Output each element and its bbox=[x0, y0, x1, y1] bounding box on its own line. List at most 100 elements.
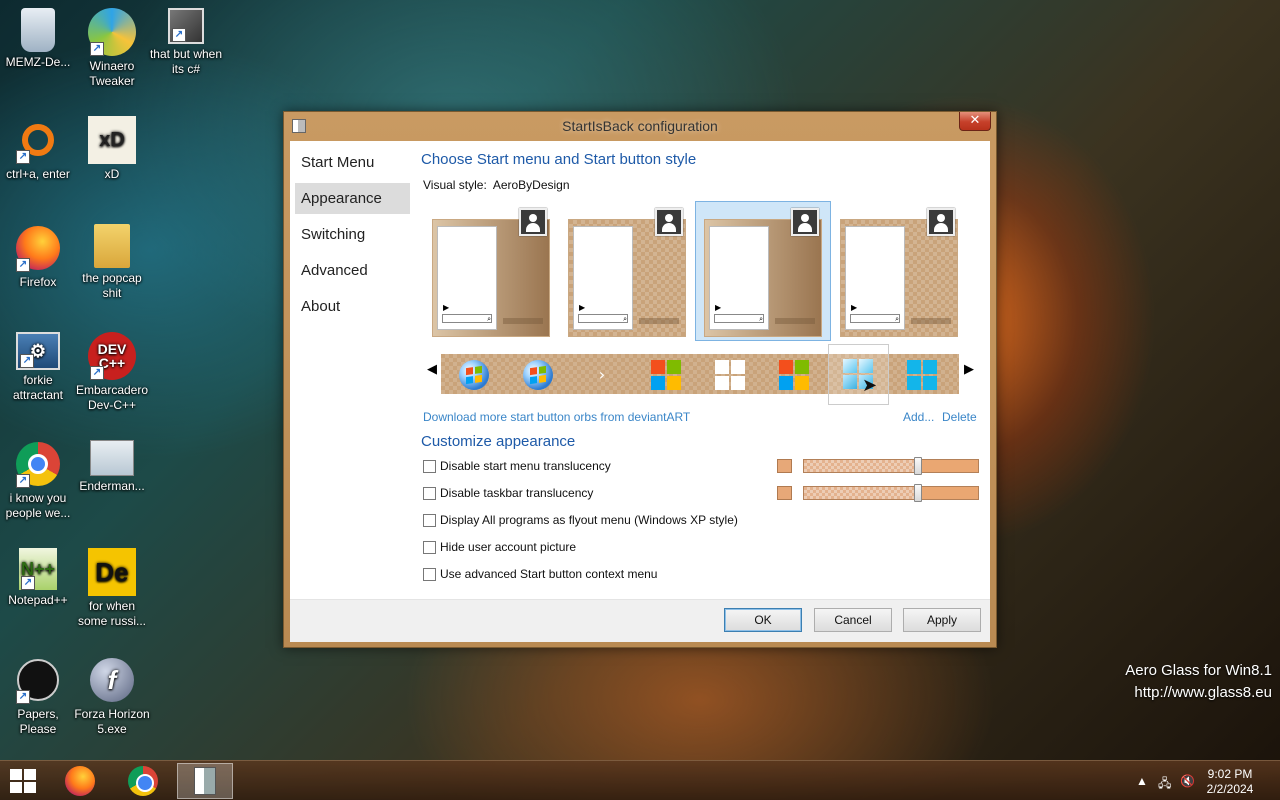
desktop-icon-label: ctrl+a, enter bbox=[6, 167, 70, 181]
checkbox[interactable] bbox=[423, 459, 436, 473]
taskbar-firefox[interactable] bbox=[52, 763, 108, 799]
style-thumbnail-3-selected[interactable]: ▶ ⌕ bbox=[695, 201, 831, 341]
clock-time: 9:02 PM bbox=[1207, 767, 1253, 781]
orb-color-flag-icon[interactable] bbox=[651, 360, 681, 390]
desktop-icon-forza[interactable]: f Forza Horizon 5.exe bbox=[74, 656, 150, 737]
taskbar-color-swatch[interactable] bbox=[777, 486, 792, 500]
option-disable-start-translucency[interactable]: Disable start menu translucency bbox=[423, 458, 611, 474]
de-icon: De bbox=[88, 548, 136, 596]
folder-icon bbox=[94, 224, 130, 268]
watermark-line-2: http://www.glass8.eu bbox=[1134, 684, 1272, 701]
desktop-icon-devcpp[interactable]: DEV C++ ↗ Embarcadero Dev-C++ bbox=[74, 332, 150, 413]
slider-handle[interactable] bbox=[914, 457, 922, 475]
shortcut-arrow-icon: ↗ bbox=[90, 42, 104, 56]
desktop-icon-label: Embarcadero Dev-C++ bbox=[75, 383, 149, 412]
nav-item-appearance[interactable]: Appearance bbox=[295, 183, 410, 214]
desktop-icon-popcap[interactable]: the popcap shit bbox=[74, 224, 150, 301]
orb-xp-icon[interactable] bbox=[459, 360, 489, 390]
visual-style-row: Visual style: AeroByDesign bbox=[423, 178, 570, 192]
desktop-icon-papers-please[interactable]: ↗ Papers, Please bbox=[0, 656, 76, 737]
dialog-footer: OK Cancel Apply bbox=[290, 599, 990, 642]
checkbox[interactable] bbox=[423, 540, 436, 554]
nav-item-start-menu[interactable]: Start Menu bbox=[295, 147, 410, 178]
user-avatar-icon bbox=[927, 208, 955, 236]
desktop-icon-label: Notepad++ bbox=[8, 593, 68, 607]
title-bar[interactable]: StartIsBack configuration ✕ bbox=[284, 112, 996, 140]
option-hide-user-picture[interactable]: Hide user account picture bbox=[423, 539, 576, 555]
shortcut-arrow-icon: ↗ bbox=[20, 354, 34, 368]
delete-orb-link[interactable]: Delete bbox=[942, 410, 977, 424]
start-button[interactable] bbox=[10, 769, 38, 793]
option-advanced-context-menu[interactable]: Use advanced Start button context menu bbox=[423, 566, 657, 582]
orb-white-flag-icon[interactable] bbox=[715, 360, 745, 390]
show-hidden-icons-icon[interactable]: ▲ bbox=[1136, 774, 1148, 788]
shortcut-arrow-icon: ↗ bbox=[16, 474, 30, 488]
aero-glass-watermark: Aero Glass for Win8.1 http://www.glass8.… bbox=[1125, 660, 1272, 704]
desktop-icon-forkie[interactable]: ⚙ ↗ forkie attractant bbox=[0, 332, 76, 403]
firefox-icon: ↗ bbox=[14, 224, 62, 272]
checkbox[interactable] bbox=[423, 567, 436, 581]
desktop-icon-label: Winaero Tweaker bbox=[89, 59, 135, 88]
taskbar-chrome[interactable] bbox=[115, 763, 171, 799]
nav-item-about[interactable]: About bbox=[295, 291, 410, 322]
notepad-plus-plus-icon: N++ ↗ bbox=[19, 548, 57, 590]
desktop-icon-memz[interactable]: MEMZ-De... bbox=[0, 8, 76, 70]
nav-item-advanced[interactable]: Advanced bbox=[295, 255, 410, 286]
desktop-icon-label: i know you people we... bbox=[5, 491, 71, 520]
flash-icon: f bbox=[88, 656, 136, 704]
ok-button[interactable]: OK bbox=[724, 608, 802, 632]
monitor-gear-icon: ⚙ ↗ bbox=[16, 332, 60, 370]
apply-button[interactable]: Apply bbox=[903, 608, 981, 632]
close-button[interactable]: ✕ bbox=[959, 112, 991, 131]
startisback-app-icon bbox=[194, 767, 216, 795]
taskbar-translucency-slider[interactable] bbox=[803, 484, 979, 502]
desktop-icon-enderman[interactable]: Enderman... bbox=[74, 440, 150, 494]
start-menu-color-swatch[interactable] bbox=[777, 459, 792, 473]
download-orbs-link[interactable]: Download more start button orbs from dev… bbox=[423, 410, 690, 424]
orb-scroll-right-icon[interactable]: ▶ bbox=[964, 362, 974, 377]
orb-color-flag-2-icon[interactable] bbox=[779, 360, 809, 390]
startisback-config-window: StartIsBack configuration ✕ Start Menu A… bbox=[283, 111, 997, 648]
network-icon[interactable]: 🖧 bbox=[1158, 774, 1171, 795]
devcpp-icon: DEV C++ ↗ bbox=[88, 332, 136, 380]
start-menu-preview: ▶ ⌕ bbox=[437, 226, 497, 330]
option-disable-taskbar-translucency[interactable]: Disable taskbar translucency bbox=[423, 485, 593, 501]
desktop-icon-that-but[interactable]: ↗ that but when its c# bbox=[148, 8, 224, 77]
desktop-icon-xd[interactable]: xD xD bbox=[74, 116, 150, 182]
desktop-icon-ctrl-a-enter[interactable]: ↗ ctrl+a, enter bbox=[0, 116, 76, 182]
desktop-icon-winaero[interactable]: ↗ Winaero Tweaker bbox=[74, 8, 150, 89]
recycle-bin-icon bbox=[21, 8, 55, 52]
desktop-icon-notepadpp[interactable]: N++ ↗ Notepad++ bbox=[0, 548, 76, 608]
style-thumbnail-2[interactable]: ▶ ⌕ bbox=[568, 208, 686, 337]
chrome-icon: ↗ bbox=[14, 440, 62, 488]
clock-date: 2/2/2024 bbox=[1206, 782, 1254, 796]
checkbox[interactable] bbox=[423, 513, 436, 527]
orb-scroll-left-icon[interactable]: ◀ bbox=[427, 362, 437, 377]
nav-item-switching[interactable]: Switching bbox=[295, 219, 410, 250]
shortcut-arrow-icon: ↗ bbox=[16, 690, 30, 704]
orb-chevron-icon[interactable]: › bbox=[587, 360, 617, 390]
start-menu-translucency-slider[interactable] bbox=[803, 457, 979, 475]
style-thumbnail-1[interactable]: ▶ ⌕ bbox=[432, 208, 550, 337]
desktop-icon-russian[interactable]: De for when some russi... bbox=[74, 548, 150, 629]
orb-blue-flag-icon[interactable] bbox=[907, 360, 937, 390]
orb-win7-icon[interactable] bbox=[523, 360, 553, 390]
add-orb-link[interactable]: Add... bbox=[903, 410, 934, 424]
taskbar-startisback[interactable] bbox=[177, 763, 233, 799]
orb-hover-highlight[interactable] bbox=[828, 344, 889, 405]
mouse-cursor-icon: ➤ bbox=[862, 375, 878, 396]
cancel-button[interactable]: Cancel bbox=[814, 608, 892, 632]
option-flyout-all-programs[interactable]: Display All programs as flyout menu (Win… bbox=[423, 512, 738, 528]
desktop-icon-firefox[interactable]: ↗ Firefox bbox=[0, 224, 76, 290]
system-tray: ▲ 🖧 🔇 9:02 PM 2/2/2024 bbox=[1120, 761, 1280, 800]
slider-handle[interactable] bbox=[914, 484, 922, 502]
taskbar: ▲ 🖧 🔇 9:02 PM 2/2/2024 bbox=[0, 760, 1280, 800]
checkbox[interactable] bbox=[423, 486, 436, 500]
desktop-icon-chrome[interactable]: ↗ i know you people we... bbox=[0, 440, 76, 521]
heading-customize: Customize appearance bbox=[421, 433, 576, 450]
clock[interactable]: 9:02 PM 2/2/2024 bbox=[1200, 767, 1260, 797]
volume-muted-icon[interactable]: 🔇 bbox=[1180, 774, 1195, 788]
user-avatar-icon bbox=[519, 208, 547, 236]
window-client-area: Start Menu Appearance Switching Advanced… bbox=[290, 141, 990, 642]
style-thumbnail-4[interactable]: ▶ ⌕ bbox=[840, 208, 958, 337]
